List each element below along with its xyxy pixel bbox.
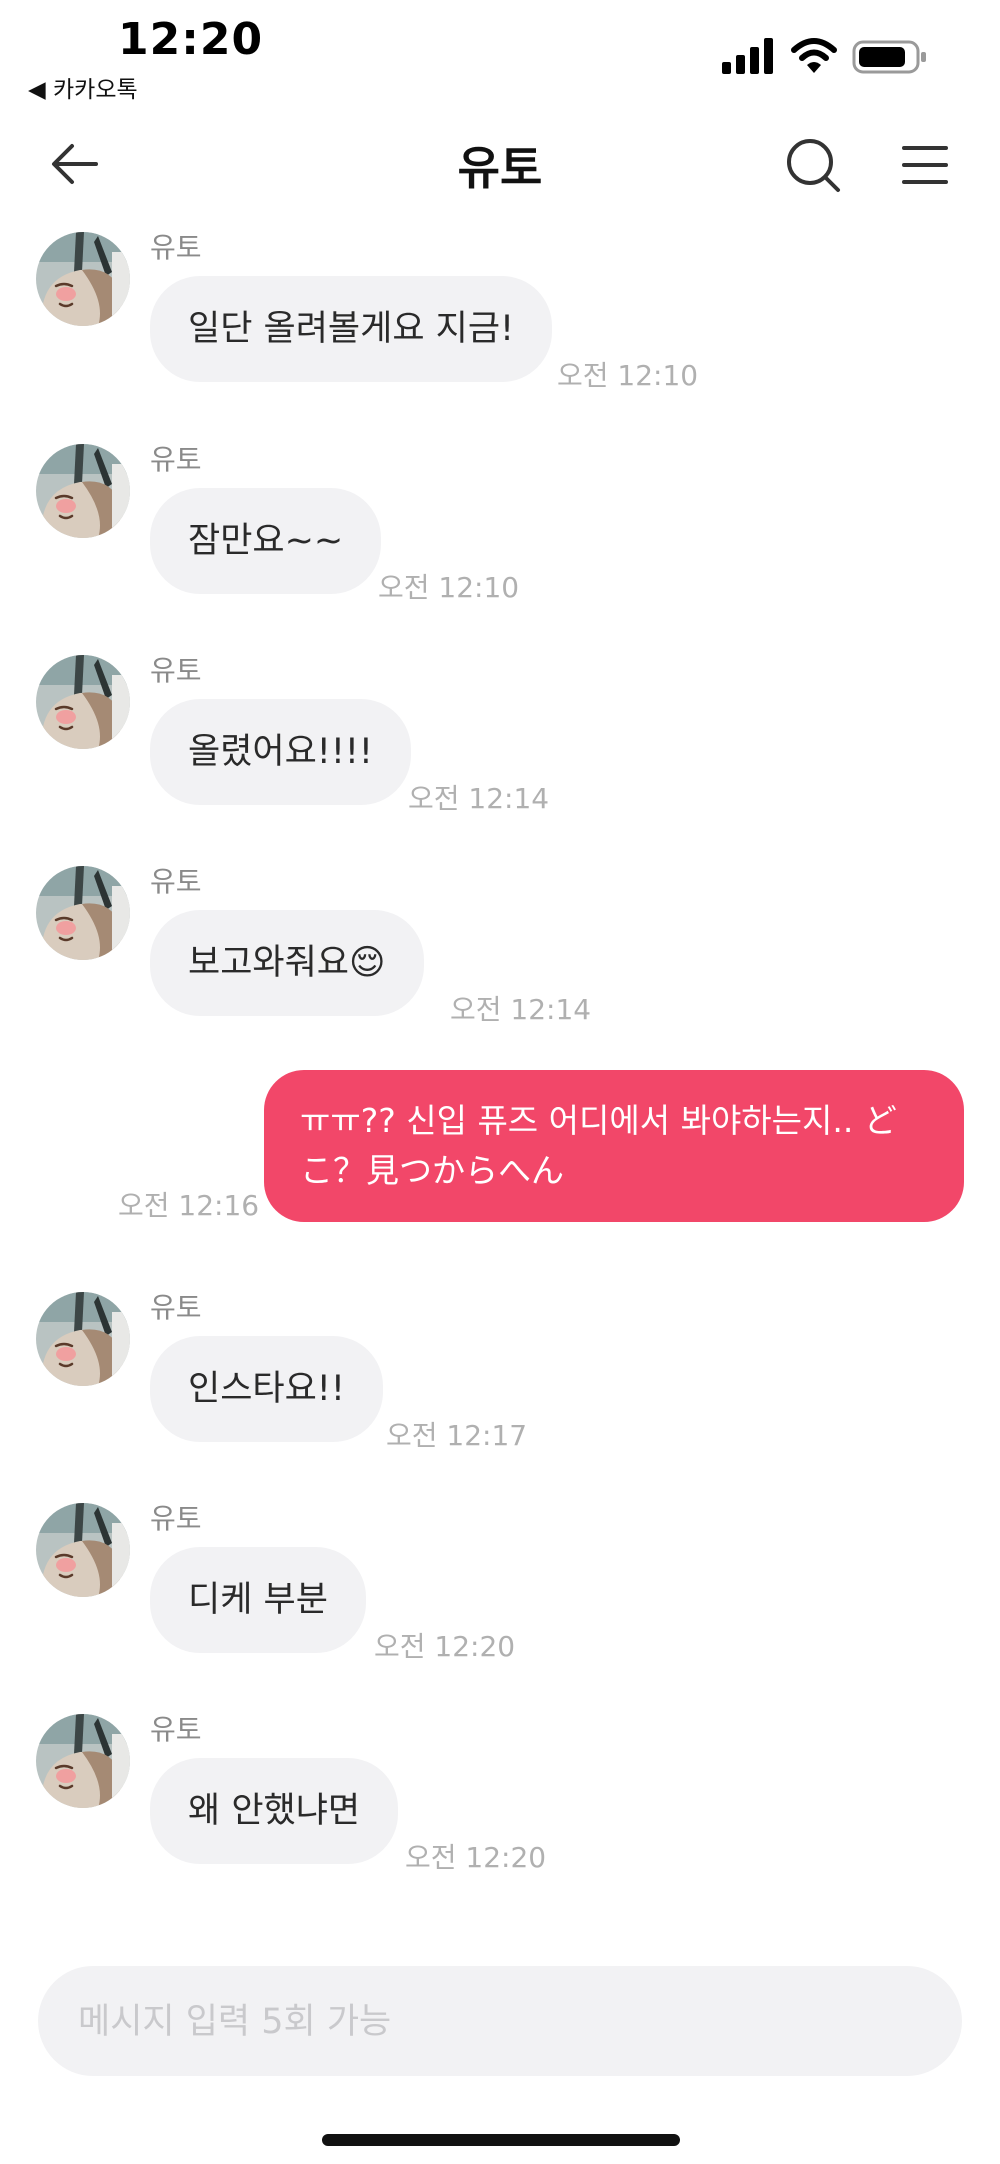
message-input[interactable] — [76, 1966, 920, 2078]
message-composer — [38, 1966, 962, 2078]
sender-name: 유토 — [150, 1502, 202, 1535]
message-bubble[interactable]: 디케 부분 — [150, 1547, 366, 1653]
message-time: 오전 12:20 — [405, 1841, 547, 1874]
profile-avatar[interactable] — [36, 1292, 130, 1386]
message-bubble[interactable]: 올렸어요!!!! — [150, 699, 411, 805]
message-time: 오전 12:17 — [386, 1419, 528, 1452]
message-time: 오전 12:10 — [378, 571, 520, 604]
wifi-icon — [791, 38, 837, 73]
message-time: 오전 12:20 — [374, 1630, 516, 1663]
message-time: 오전 12:14 — [450, 993, 592, 1026]
message-bubble[interactable]: 보고와줘요😌 — [150, 910, 424, 1016]
sender-name: 유토 — [150, 231, 202, 264]
message-bubble[interactable]: 인스타요!! — [150, 1336, 383, 1442]
battery-icon — [852, 40, 926, 74]
message-bubble[interactable]: 일단 올려볼게요 지금! — [150, 276, 553, 382]
sender-name: 유토 — [150, 1291, 202, 1324]
message-bubble[interactable]: 왜 안했냐면 — [150, 1758, 399, 1864]
cellular-signal-icon — [722, 38, 773, 74]
sender-name: 유토 — [150, 1713, 202, 1746]
search-icon[interactable] — [784, 136, 842, 194]
message-time: 오전 12:14 — [408, 782, 550, 815]
message-time: 오전 12:10 — [557, 359, 699, 392]
profile-avatar[interactable] — [36, 232, 130, 326]
home-indicator[interactable] — [322, 2134, 680, 2146]
profile-avatar[interactable] — [36, 866, 130, 960]
status-bar: 12:20 ◀ 카카오톡 — [0, 0, 1000, 110]
menu-icon[interactable] — [900, 140, 950, 190]
profile-avatar[interactable] — [36, 444, 130, 538]
profile-avatar[interactable] — [36, 1714, 130, 1808]
message-bubble-outgoing[interactable]: ㅠㅠ?? 신입 퓨즈 어디에서 봐야하는지.. どこ？見つからへん — [264, 1070, 964, 1222]
message-time: 오전 12:16 — [118, 1189, 260, 1222]
profile-avatar[interactable] — [36, 1503, 130, 1597]
status-time: 12:20 — [118, 14, 264, 65]
back-to-app-link[interactable]: ◀ 카카오톡 — [28, 70, 138, 104]
message-bubble[interactable]: 잠만요~~ — [150, 488, 382, 594]
sender-name: 유토 — [150, 443, 202, 476]
sender-name: 유토 — [150, 654, 202, 687]
chat-header: 유토 — [0, 110, 1000, 220]
profile-avatar[interactable] — [36, 655, 130, 749]
chat-title: 유토 — [457, 141, 543, 195]
sender-name: 유토 — [150, 865, 202, 898]
